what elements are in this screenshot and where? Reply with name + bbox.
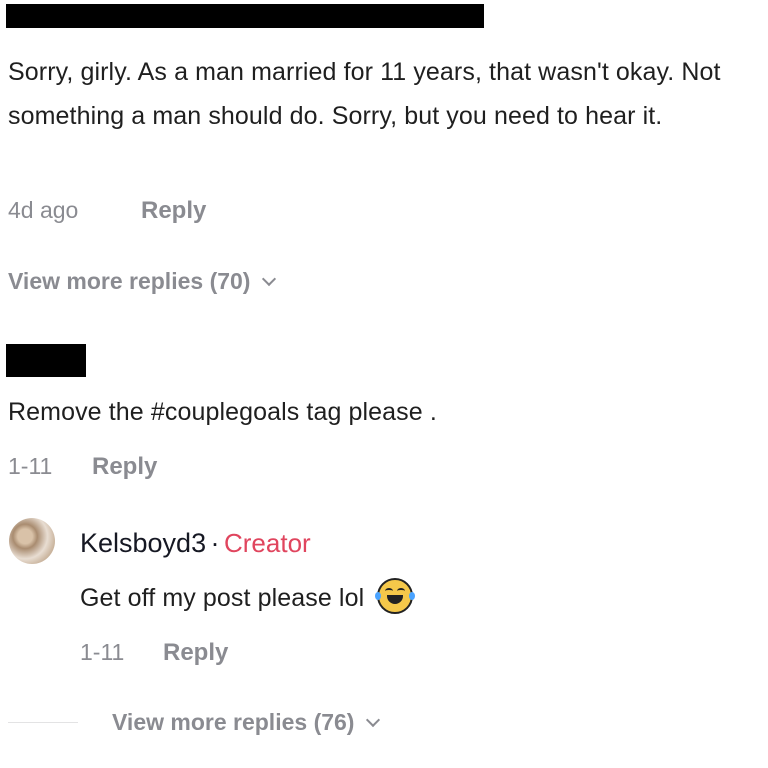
chevron-down-icon [366, 712, 381, 728]
comment-text: Remove the #couplegoals tag please . [8, 398, 437, 426]
reply-button[interactable]: Reply [92, 453, 157, 481]
username[interactable]: Kelsboyd3 [80, 528, 206, 558]
reply-header: Kelsboyd3 · Creator [80, 528, 311, 559]
reply-text: Get off my post please lol [80, 584, 365, 612]
divider [8, 722, 78, 723]
reply-button[interactable]: Reply [141, 197, 206, 225]
comment-timestamp: 1-11 [8, 453, 53, 479]
laughing-emoji-icon [375, 578, 416, 615]
reply-timestamp: 1-11 [80, 639, 125, 665]
chevron-down-icon [262, 271, 277, 287]
view-more-replies-button[interactable]: View more replies (76) [112, 709, 381, 736]
view-more-replies-label: View more replies (76) [112, 709, 355, 735]
comment-timestamp: 4d ago [8, 197, 79, 223]
redacted-username [6, 4, 484, 28]
avatar[interactable] [9, 518, 55, 564]
reply-button[interactable]: Reply [163, 639, 228, 667]
reply-text-row: Get off my post please lol [80, 576, 416, 620]
view-more-replies-label: View more replies (70) [8, 268, 251, 294]
separator: · [210, 528, 220, 558]
comment-text: Sorry, girly. As a man married for 11 ye… [8, 58, 721, 130]
view-more-replies-button[interactable]: View more replies (70) [8, 268, 277, 295]
creator-badge: Creator [224, 528, 311, 558]
redacted-username [6, 344, 86, 377]
